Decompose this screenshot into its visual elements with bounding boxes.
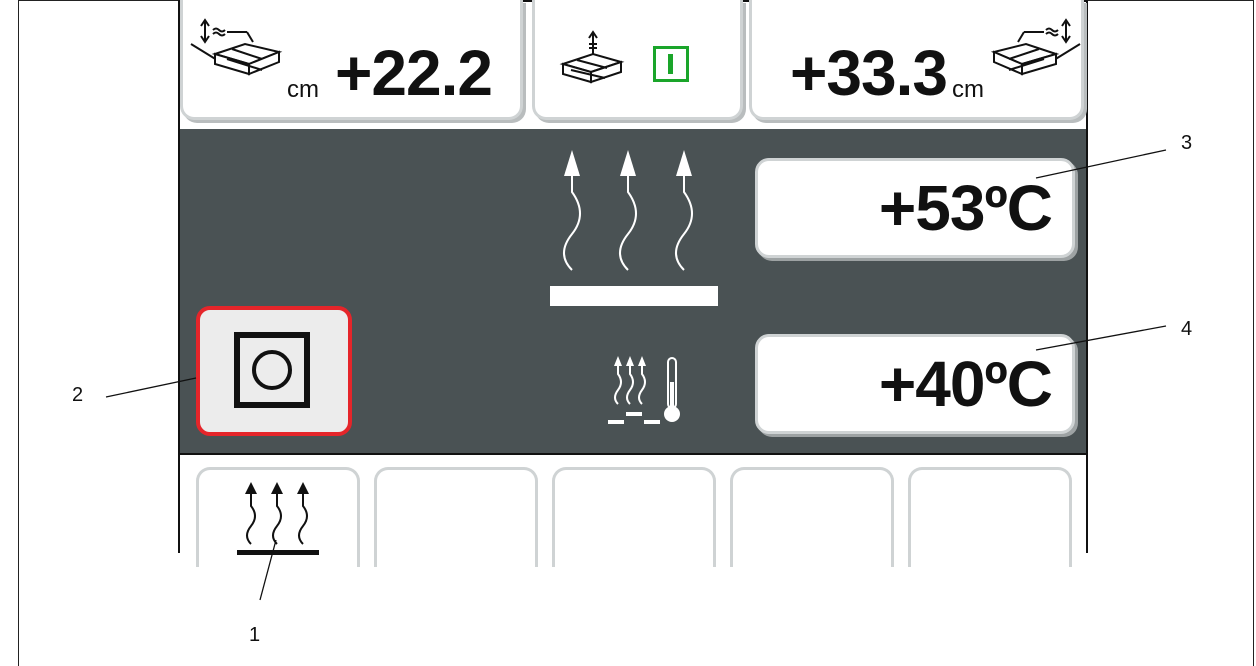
callout-lines — [105, 149, 1167, 601]
callout-1: 1 — [249, 624, 261, 646]
callout-3: 3 — [1181, 132, 1193, 154]
callout-4: 4 — [1181, 318, 1193, 340]
callout-2: 2 — [72, 384, 84, 406]
